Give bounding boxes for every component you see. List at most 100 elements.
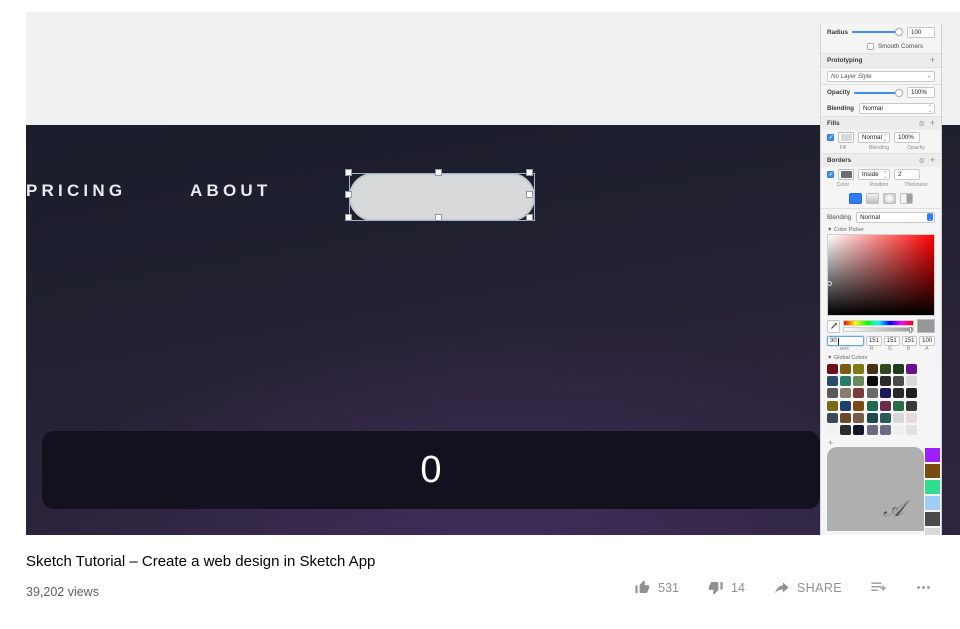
resize-handle-top-center[interactable] bbox=[435, 169, 442, 176]
global-color-swatch[interactable] bbox=[866, 412, 878, 423]
global-color-swatch[interactable] bbox=[866, 424, 878, 435]
border-blending-stepper-icon[interactable]: ⌃ ⌄ bbox=[927, 212, 933, 221]
smooth-corners-checkbox[interactable] bbox=[867, 43, 874, 50]
alpha-input[interactable]: 100 bbox=[919, 336, 935, 346]
save-to-playlist-button[interactable] bbox=[856, 579, 901, 596]
global-color-swatch[interactable] bbox=[906, 388, 918, 399]
solid-fill-icon[interactable] bbox=[849, 193, 862, 204]
color-value-fields[interactable]: 30 151 151 151 100 bbox=[821, 334, 941, 346]
global-color-swatch[interactable] bbox=[892, 388, 904, 399]
layer-style-row[interactable]: No Layer Style ⌄ bbox=[821, 67, 941, 84]
global-color-swatch[interactable] bbox=[853, 376, 865, 387]
fill-color-swatch[interactable] bbox=[838, 132, 854, 143]
global-color-swatch[interactable] bbox=[827, 412, 838, 423]
radius-row[interactable]: Radius 100 bbox=[821, 24, 941, 40]
global-color-swatch[interactable] bbox=[840, 388, 852, 399]
global-color-swatch-highlighted[interactable] bbox=[925, 464, 940, 478]
fill-opacity-input[interactable]: 100% bbox=[894, 132, 920, 143]
border-row[interactable]: Inside ⌃⌄ 2 bbox=[821, 167, 941, 182]
fill-blending-select[interactable]: Normal ⌃ ⌄ bbox=[858, 132, 890, 143]
global-color-swatch[interactable] bbox=[906, 412, 918, 423]
opacity-input[interactable]: 100% bbox=[907, 87, 935, 98]
global-colors-disclosure[interactable]: ▼ Global Colors bbox=[821, 352, 941, 362]
prototyping-header[interactable]: Prototyping + bbox=[821, 53, 941, 67]
resize-handle-top-left[interactable] bbox=[345, 169, 352, 176]
radius-slider-knob[interactable] bbox=[895, 28, 903, 36]
resize-handle-bottom-left[interactable] bbox=[345, 214, 352, 221]
global-colors-grid[interactable] bbox=[821, 362, 941, 435]
resize-handle-bottom-right[interactable] bbox=[526, 214, 533, 221]
border-position-stepper-icon[interactable]: ⌃ ⌄ bbox=[883, 170, 887, 179]
fill-row[interactable]: Normal ⌃⌄ 100% bbox=[821, 130, 941, 145]
global-color-swatch[interactable] bbox=[879, 424, 891, 435]
global-color-swatch[interactable] bbox=[879, 412, 891, 423]
border-blending-row[interactable]: Blending Normal ⌃ ⌄ bbox=[821, 208, 941, 225]
border-position-select[interactable]: Inside ⌃ ⌄ bbox=[858, 169, 890, 180]
global-color-swatch[interactable] bbox=[892, 376, 904, 387]
radial-gradient-fill-icon[interactable] bbox=[883, 193, 896, 204]
global-color-swatch[interactable] bbox=[892, 412, 904, 423]
global-color-swatch[interactable] bbox=[866, 400, 878, 411]
resize-handle-top-right[interactable] bbox=[526, 169, 533, 176]
video-player[interactable]: PRICING ABOUT 0 Radius 100 Smooth Corner… bbox=[0, 12, 960, 535]
hex-input[interactable]: 30 bbox=[827, 336, 865, 346]
opacity-slider-knob[interactable] bbox=[895, 88, 903, 97]
global-colors-add-icon[interactable]: + bbox=[821, 437, 941, 449]
border-color-swatch[interactable] bbox=[838, 169, 854, 180]
hue-slider[interactable] bbox=[843, 319, 914, 326]
sketch-inspector-panel[interactable]: Radius 100 Smooth Corners Prototyping + … bbox=[820, 24, 942, 535]
alpha-slider-knob[interactable] bbox=[909, 327, 912, 334]
global-color-swatch[interactable] bbox=[866, 376, 878, 387]
smooth-corners-row[interactable]: Smooth Corners bbox=[821, 40, 941, 53]
global-color-swatch[interactable] bbox=[879, 400, 891, 411]
color-picker-disclosure[interactable]: ▼ Color Picker bbox=[821, 225, 941, 234]
hue-alpha-bars[interactable] bbox=[843, 319, 914, 334]
more-actions-button[interactable] bbox=[901, 579, 946, 596]
fill-enabled-checkbox[interactable] bbox=[827, 133, 834, 141]
color-sliders-row[interactable] bbox=[821, 316, 941, 334]
like-button[interactable]: 531 bbox=[620, 579, 693, 596]
borders-header[interactable]: Borders ⚙ + bbox=[821, 153, 941, 167]
dislike-button[interactable]: 14 bbox=[693, 579, 759, 596]
radius-input[interactable]: 100 bbox=[907, 26, 935, 38]
fills-add-icon[interactable]: + bbox=[930, 119, 935, 128]
share-button[interactable]: SHARE bbox=[759, 579, 856, 596]
opacity-row[interactable]: Opacity 100% bbox=[821, 84, 941, 100]
linear-gradient-fill-icon[interactable] bbox=[866, 193, 879, 204]
opacity-slider[interactable] bbox=[854, 87, 903, 98]
global-color-swatch-highlighted[interactable] bbox=[925, 528, 940, 535]
global-color-swatch[interactable] bbox=[840, 400, 852, 411]
global-color-swatch-highlighted[interactable] bbox=[925, 448, 940, 462]
global-color-swatch[interactable] bbox=[906, 400, 918, 411]
global-color-swatch[interactable] bbox=[840, 364, 852, 374]
global-color-swatch[interactable] bbox=[906, 424, 918, 435]
global-color-swatch[interactable] bbox=[827, 400, 838, 411]
global-color-swatch[interactable] bbox=[879, 388, 891, 399]
global-color-swatch[interactable] bbox=[840, 412, 852, 423]
border-blending-select[interactable]: Normal ⌃ ⌄ bbox=[856, 211, 935, 223]
blue-input[interactable]: 151 bbox=[901, 336, 918, 346]
global-color-swatch[interactable] bbox=[879, 376, 891, 387]
global-color-swatch[interactable] bbox=[853, 424, 865, 435]
global-color-swatch-highlighted[interactable] bbox=[925, 480, 940, 494]
blending-row[interactable]: Blending Normal ⌃ ⌄ bbox=[821, 100, 941, 116]
angular-gradient-fill-icon[interactable] bbox=[900, 193, 913, 204]
global-color-swatch[interactable] bbox=[827, 424, 838, 435]
resize-handle-bottom-center[interactable] bbox=[435, 214, 442, 221]
global-color-swatch[interactable] bbox=[840, 424, 852, 435]
global-color-swatch[interactable] bbox=[892, 400, 904, 411]
color-picker-cursor[interactable] bbox=[827, 281, 832, 286]
green-input[interactable]: 151 bbox=[883, 336, 900, 346]
alpha-slider[interactable] bbox=[843, 327, 914, 334]
eyedropper-icon[interactable] bbox=[827, 319, 840, 333]
global-color-swatch[interactable] bbox=[840, 376, 852, 387]
video-action-bar[interactable]: 531 14 SHARE bbox=[620, 579, 946, 596]
border-thickness-input[interactable]: 2 bbox=[894, 169, 920, 180]
red-input[interactable]: 151 bbox=[866, 336, 882, 346]
global-color-swatch[interactable] bbox=[879, 364, 891, 374]
global-color-swatch[interactable] bbox=[892, 424, 904, 435]
global-color-swatch[interactable] bbox=[827, 364, 838, 374]
global-color-swatch[interactable] bbox=[906, 376, 918, 387]
global-color-swatch[interactable] bbox=[866, 388, 878, 399]
borders-settings-gear-icon[interactable]: ⚙ bbox=[918, 157, 924, 165]
